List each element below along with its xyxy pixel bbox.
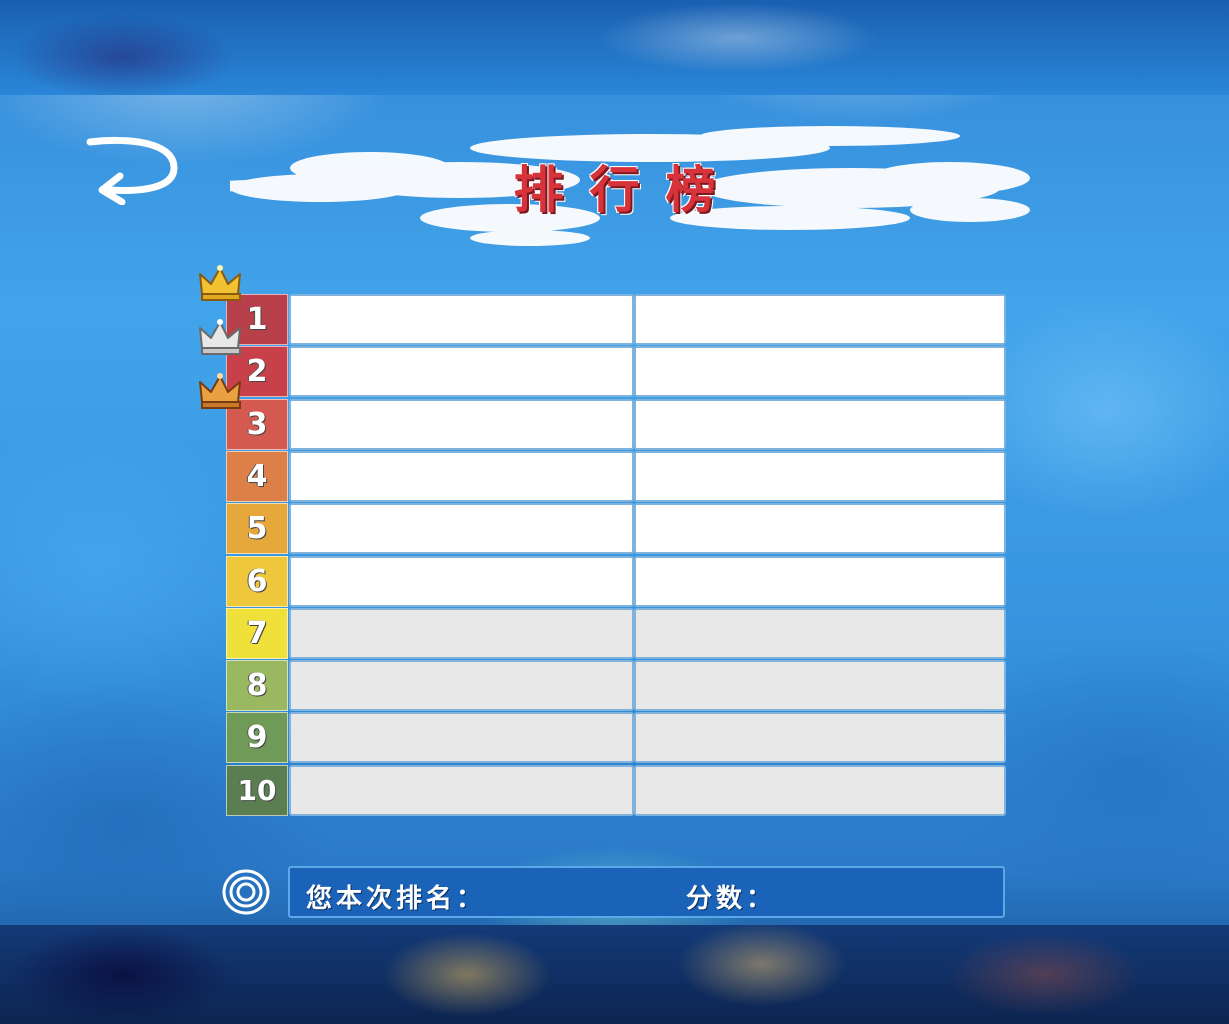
player-name-cell [289, 764, 634, 816]
bottom-decor-band [0, 925, 1229, 1024]
rank-badge: 10 [226, 764, 288, 816]
silver-crown-icon [199, 319, 241, 355]
player-score-cell [634, 607, 1006, 659]
rank-badge: 5 [226, 503, 288, 555]
page-title: 排行榜 [513, 161, 742, 219]
player-score-cell [634, 294, 1006, 345]
player-score-cell [634, 450, 1006, 502]
your-rank-label: 您本次排名： [306, 884, 487, 914]
gold-crown-icon [199, 265, 241, 301]
swirl-icon [222, 869, 270, 915]
your-score-label: 分数： [686, 884, 777, 914]
player-score-cell [634, 764, 1006, 816]
bronze-crown-icon [199, 373, 241, 409]
player-name-cell [289, 398, 634, 450]
rank-badge: 6 [226, 555, 288, 607]
table-row: 4 [226, 450, 1006, 502]
rank-badge: 4 [226, 450, 288, 502]
player-name-cell [289, 712, 634, 764]
rank-badge: 8 [226, 660, 288, 712]
table-row: 1 [226, 294, 1006, 345]
table-row: 9 [226, 712, 1006, 764]
top-decor-band [0, 0, 1229, 95]
player-score-cell [634, 398, 1006, 450]
table-row: 5 [226, 503, 1006, 555]
player-name-cell [289, 660, 634, 712]
table-row: 6 [226, 555, 1006, 607]
table-row: 8 [226, 660, 1006, 712]
player-score-cell [634, 555, 1006, 607]
table-row: 2 [226, 346, 1006, 398]
player-name-cell [289, 503, 634, 555]
player-name-cell [289, 607, 634, 659]
player-name-cell [289, 294, 634, 345]
player-score-cell [634, 503, 1006, 555]
player-name-cell [289, 346, 634, 398]
table-row: 7 [226, 607, 1006, 659]
player-name-cell [289, 555, 634, 607]
player-score-cell [634, 346, 1006, 398]
rank-badge: 7 [226, 607, 288, 659]
your-result-bar: 您本次排名： 分数： [288, 866, 1005, 918]
table-row: 10 [226, 764, 1006, 816]
player-score-cell [634, 660, 1006, 712]
player-score-cell [634, 712, 1006, 764]
table-row: 3 [226, 398, 1006, 450]
player-name-cell [289, 450, 634, 502]
rank-badge: 9 [226, 712, 288, 764]
